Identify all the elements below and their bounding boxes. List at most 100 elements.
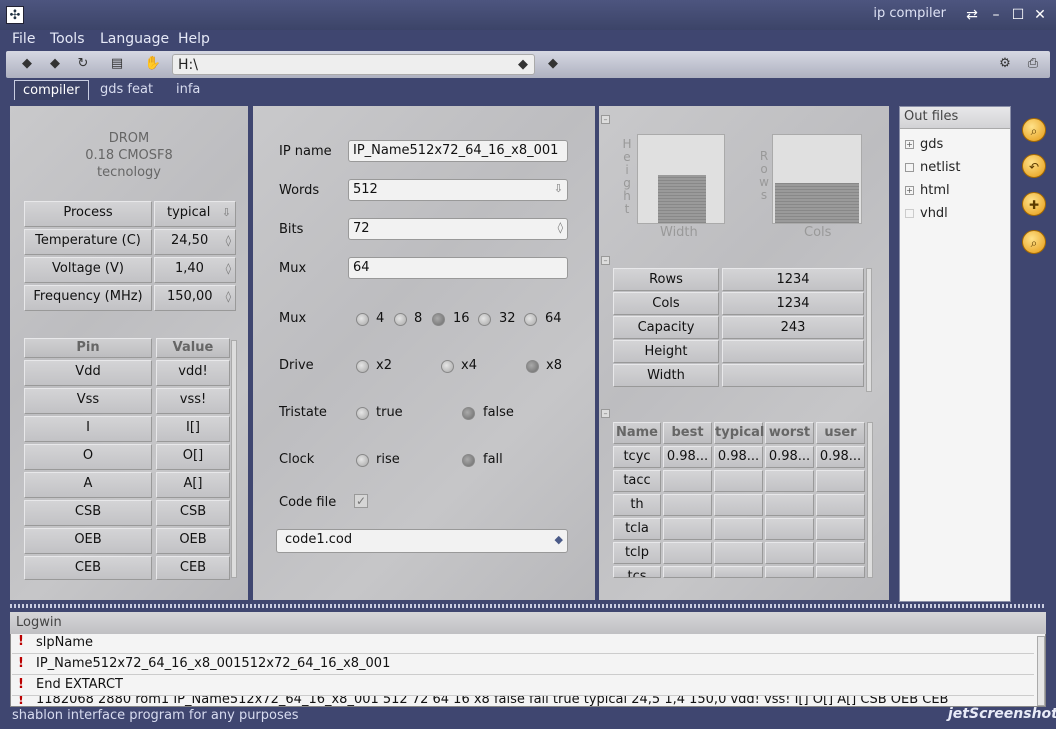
pin-value[interactable]: A[]: [156, 472, 230, 498]
tristate-radio-false[interactable]: [462, 407, 475, 420]
timing-cell[interactable]: [663, 494, 712, 516]
new-icon[interactable]: ◆: [18, 55, 36, 73]
timing-cell[interactable]: [663, 542, 712, 564]
rows-chart: [772, 134, 862, 224]
tree-item-netlist[interactable]: netlist: [905, 160, 960, 175]
timing-cell[interactable]: [765, 518, 814, 540]
open-icon[interactable]: ◆: [46, 55, 64, 73]
timing-cell[interactable]: [816, 542, 865, 564]
menu-file[interactable]: File: [12, 31, 35, 47]
spinner-icon: ◊: [225, 262, 231, 275]
maximize-button[interactable]: ☐: [1008, 6, 1028, 24]
frequency-spinner[interactable]: 150,00 ◊: [154, 285, 236, 311]
prop-label: Width: [613, 364, 719, 387]
menu-language[interactable]: Language: [100, 31, 169, 47]
collapse-icon[interactable]: –: [601, 409, 610, 418]
collapse-icon[interactable]: –: [601, 256, 610, 265]
menu-tools[interactable]: Tools: [50, 31, 85, 47]
param-label: Temperature (C): [24, 229, 152, 255]
expand-icon[interactable]: +: [905, 186, 914, 195]
tree-item-html[interactable]: + html: [905, 183, 950, 198]
words-spinner[interactable]: 512 ⇩: [348, 179, 568, 201]
zoom-icon[interactable]: ⌕: [1022, 118, 1046, 142]
mux-radio-32[interactable]: [478, 313, 491, 326]
timing-cell[interactable]: [765, 470, 814, 492]
switch-icon[interactable]: ⇄: [962, 6, 982, 24]
timing-cell[interactable]: 0.98...: [816, 446, 865, 468]
tab-compiler[interactable]: compiler: [14, 80, 89, 100]
collapse-icon[interactable]: –: [601, 115, 610, 124]
timing-cell[interactable]: 0.98...: [714, 446, 763, 468]
drive-radio-x8[interactable]: [526, 360, 539, 373]
clock-radio-fall[interactable]: [462, 454, 475, 467]
timing-cell[interactable]: [714, 494, 763, 516]
pin-value[interactable]: CSB: [156, 500, 230, 526]
pin-value[interactable]: vss!: [156, 388, 230, 414]
pin-value[interactable]: I[]: [156, 416, 230, 442]
timing-cell[interactable]: [714, 542, 763, 564]
timing-cell[interactable]: [816, 494, 865, 516]
props-scrollbar[interactable]: [866, 268, 872, 392]
clock-radio-rise[interactable]: [356, 454, 369, 467]
codefile-checkbox[interactable]: ✓: [354, 494, 368, 508]
timing-scrollbar[interactable]: [867, 422, 873, 578]
bits-spinner[interactable]: 72 ◊: [348, 218, 568, 240]
ipname-input[interactable]: IP_Name512x72_64_16_x8_001: [348, 140, 568, 162]
timing-cell[interactable]: 0.98...: [663, 446, 712, 468]
log-line: ! slpName: [12, 634, 1034, 654]
expand-icon[interactable]: +: [905, 140, 914, 149]
mux-input[interactable]: 64: [348, 257, 568, 279]
tab-infa[interactable]: infa: [168, 80, 208, 100]
go-icon[interactable]: ◆: [544, 55, 562, 73]
splitter[interactable]: [10, 604, 1046, 608]
timing-cell[interactable]: [714, 566, 763, 578]
back-icon[interactable]: ↶: [1022, 154, 1046, 178]
timing-cell[interactable]: 0.98...: [765, 446, 814, 468]
search-icon[interactable]: ⌕: [1022, 230, 1046, 254]
timing-cell[interactable]: [765, 566, 814, 578]
mux-radio-64[interactable]: [524, 313, 537, 326]
tristate-radio-true[interactable]: [356, 407, 369, 420]
pin-value[interactable]: OEB: [156, 528, 230, 554]
print-icon[interactable]: ⎙: [1024, 55, 1042, 73]
minimize-button[interactable]: –: [986, 6, 1006, 24]
drive-label: Drive: [279, 358, 314, 373]
pin-value[interactable]: O[]: [156, 444, 230, 470]
tree-item-vhdl[interactable]: vhdl: [905, 206, 948, 221]
path-dropdown-icon[interactable]: ◆: [514, 56, 532, 74]
add-icon[interactable]: ✚: [1022, 192, 1046, 216]
settings-icon[interactable]: ⚙: [996, 55, 1014, 73]
mux-radio-4[interactable]: [356, 313, 369, 326]
timing-cell[interactable]: [816, 470, 865, 492]
timing-name: tcyc: [613, 446, 661, 468]
compile-icon[interactable]: ▤: [108, 55, 126, 73]
log-scrollbar[interactable]: [1037, 636, 1045, 706]
tree-item-gds[interactable]: + gds: [905, 137, 943, 152]
timing-cell[interactable]: [714, 518, 763, 540]
timing-cell[interactable]: [663, 566, 712, 578]
refresh-icon[interactable]: ↻: [74, 55, 92, 73]
pin-value[interactable]: CEB: [156, 556, 230, 580]
mux-radio-8[interactable]: [394, 313, 407, 326]
tab-gds-feat[interactable]: gds feat: [92, 80, 161, 100]
timing-cell[interactable]: [663, 518, 712, 540]
timing-cell[interactable]: [765, 494, 814, 516]
process-select[interactable]: typical ⇩: [154, 201, 236, 227]
voltage-spinner[interactable]: 1,40 ◊: [154, 257, 236, 283]
hand-icon[interactable]: ✋: [144, 55, 162, 73]
menu-help[interactable]: Help: [178, 31, 210, 47]
close-button[interactable]: ✕: [1030, 6, 1050, 24]
temperature-spinner[interactable]: 24,50 ◊: [154, 229, 236, 255]
drive-radio-x2[interactable]: [356, 360, 369, 373]
codefile-select[interactable]: code1.cod ◆: [276, 529, 568, 553]
timing-cell[interactable]: [663, 470, 712, 492]
pin-scrollbar[interactable]: [231, 340, 237, 578]
pin-value[interactable]: vdd!: [156, 360, 230, 386]
timing-cell[interactable]: [816, 518, 865, 540]
timing-cell[interactable]: [765, 542, 814, 564]
mux-radio-16[interactable]: [432, 313, 445, 326]
timing-cell[interactable]: [714, 470, 763, 492]
drive-radio-x4[interactable]: [441, 360, 454, 373]
timing-cell[interactable]: [816, 566, 865, 578]
path-input[interactable]: H:\: [172, 54, 535, 75]
